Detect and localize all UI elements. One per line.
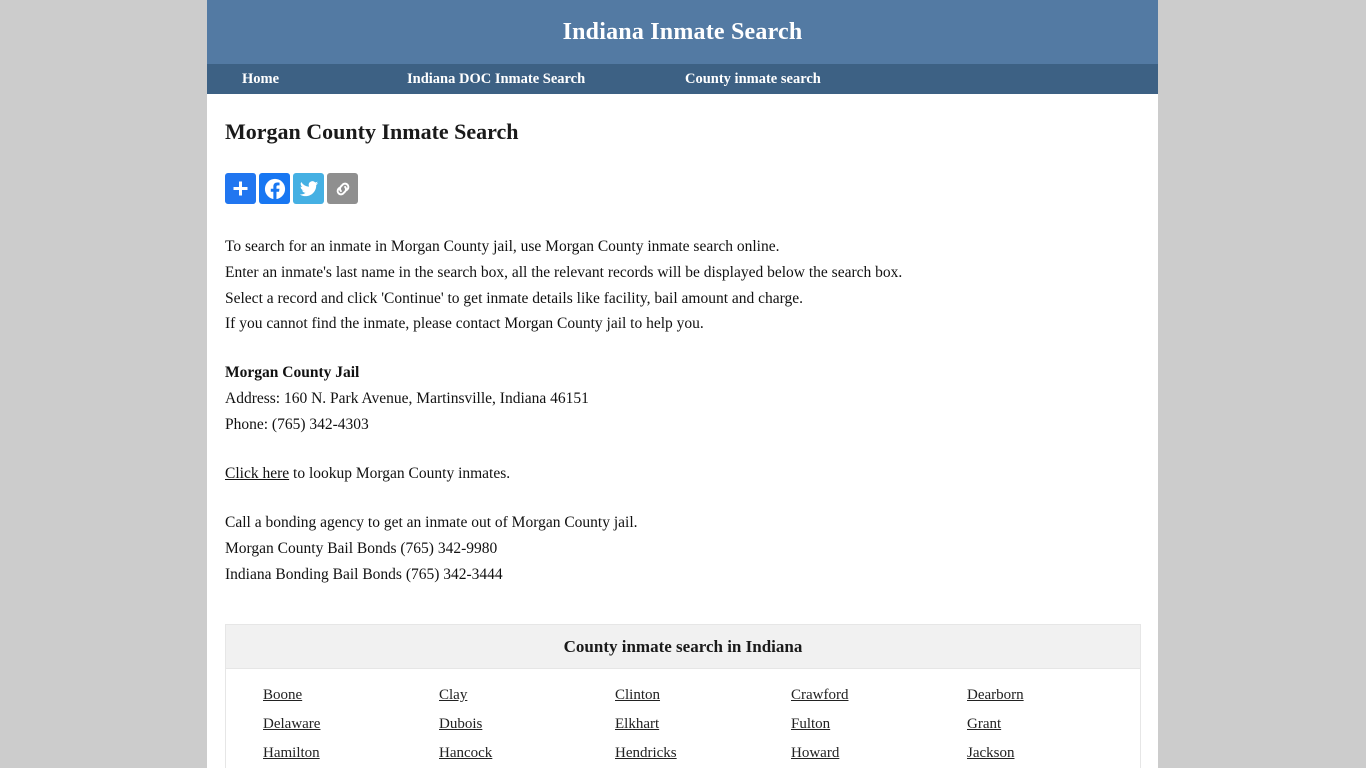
jail-phone: Phone: (765) 342-4303 [225, 416, 369, 434]
county-cell: Hendricks [615, 745, 791, 762]
intro-line-4: If you cannot find the inmate, please co… [225, 315, 704, 333]
nav-item-home[interactable]: Home [242, 71, 407, 88]
county-cell: Dearborn [967, 687, 1143, 704]
county-cell: Crawford [791, 687, 967, 704]
county-cell: Fulton [791, 716, 967, 733]
county-link-jackson[interactable]: Jackson [967, 745, 1015, 761]
main-navigation: Home Indiana DOC Inmate Search County in… [207, 64, 1158, 94]
county-row: Boone Clay Clinton Crawford Dearborn [263, 687, 1140, 716]
county-row: Delaware Dubois Elkhart Fulton Grant [263, 716, 1140, 745]
bonding-line-3: Indiana Bonding Bail Bonds (765) 342-344… [225, 566, 503, 584]
county-link-fulton[interactable]: Fulton [791, 716, 830, 732]
county-cell: Jackson [967, 745, 1143, 762]
click-here-link[interactable]: Click here [225, 465, 289, 482]
bonding-line-2: Morgan County Bail Bonds (765) 342-9980 [225, 540, 498, 558]
page-title: Morgan County Inmate Search [225, 119, 519, 144]
link-icon [333, 179, 353, 199]
county-link-clay[interactable]: Clay [439, 687, 467, 703]
county-cell: Boone [263, 687, 439, 704]
lookup-rest-text: to lookup Morgan County inmates. [289, 465, 511, 483]
county-cell: Dubois [439, 716, 615, 733]
county-link-howard[interactable]: Howard [791, 745, 839, 761]
county-cell: Elkhart [615, 716, 791, 733]
county-cell: Grant [967, 716, 1143, 733]
site-header: Indiana Inmate Search [207, 0, 1158, 64]
jail-info-block: Morgan County Jail Address: 160 N. Park … [225, 337, 1140, 438]
county-search-table: County inmate search in Indiana Boone Cla… [225, 624, 1141, 768]
site-title: Indiana Inmate Search [562, 18, 803, 45]
county-cell: Clinton [615, 687, 791, 704]
nav-item-indiana-doc-inmate-search[interactable]: Indiana DOC Inmate Search [407, 71, 685, 88]
county-link-hancock[interactable]: Hancock [439, 745, 492, 761]
plus-icon [231, 179, 250, 198]
facebook-icon [264, 178, 286, 200]
county-link-clinton[interactable]: Clinton [615, 687, 660, 703]
county-link-boone[interactable]: Boone [263, 687, 302, 703]
county-table-heading-text: County inmate search in Indiana [563, 636, 803, 656]
county-link-grid: Boone Clay Clinton Crawford Dearborn Delaware… [226, 669, 1140, 768]
county-link-dearborn[interactable]: Dearborn [967, 687, 1024, 703]
jail-name: Morgan County Jail [225, 364, 360, 382]
bonding-info-block: Call a bonding agency to get an inmate o… [225, 487, 1140, 588]
nav-item-county-inmate-search[interactable]: County inmate search [685, 71, 821, 88]
county-row: Hamilton Hancock Hendricks Howard Jackson [263, 745, 1140, 768]
twitter-icon [299, 179, 319, 199]
share-twitter-button[interactable] [293, 173, 324, 204]
county-link-hamilton[interactable]: Hamilton [263, 745, 320, 761]
county-table-heading: County inmate search in Indiana [226, 625, 1140, 670]
county-cell: Delaware [263, 716, 439, 733]
county-cell: Hancock [439, 745, 615, 762]
intro-line-2: Enter an inmate's last name in the searc… [225, 263, 903, 281]
jail-address: Address: 160 N. Park Avenue, Martinsvill… [225, 390, 589, 408]
share-addthis-button[interactable] [225, 173, 256, 204]
county-link-hendricks[interactable]: Hendricks [615, 745, 677, 761]
county-link-crawford[interactable]: Crawford [791, 687, 848, 703]
share-facebook-button[interactable] [259, 173, 290, 204]
county-link-grant[interactable]: Grant [967, 716, 1001, 732]
main-content: Morgan County Inmate Search To search fo… [207, 94, 1158, 768]
county-cell: Hamilton [263, 745, 439, 762]
county-link-elkhart[interactable]: Elkhart [615, 716, 659, 732]
intro-line-1: To search for an inmate in Morgan County… [225, 238, 780, 255]
bonding-line-1: Call a bonding agency to get an inmate o… [225, 514, 638, 532]
intro-line-3: Select a record and click 'Continue' to … [225, 289, 804, 307]
share-copy-link-button[interactable] [327, 173, 358, 204]
lookup-line: Click here to lookup Morgan County inmat… [225, 438, 1140, 487]
county-cell: Clay [439, 687, 615, 704]
share-bar [225, 173, 1140, 204]
page-container: Indiana Inmate Search Home Indiana DOC I… [207, 0, 1158, 768]
county-cell: Howard [791, 745, 967, 762]
county-link-dubois[interactable]: Dubois [439, 716, 482, 732]
county-link-delaware[interactable]: Delaware [263, 716, 320, 732]
intro-paragraph: To search for an inmate in Morgan County… [225, 204, 1140, 337]
